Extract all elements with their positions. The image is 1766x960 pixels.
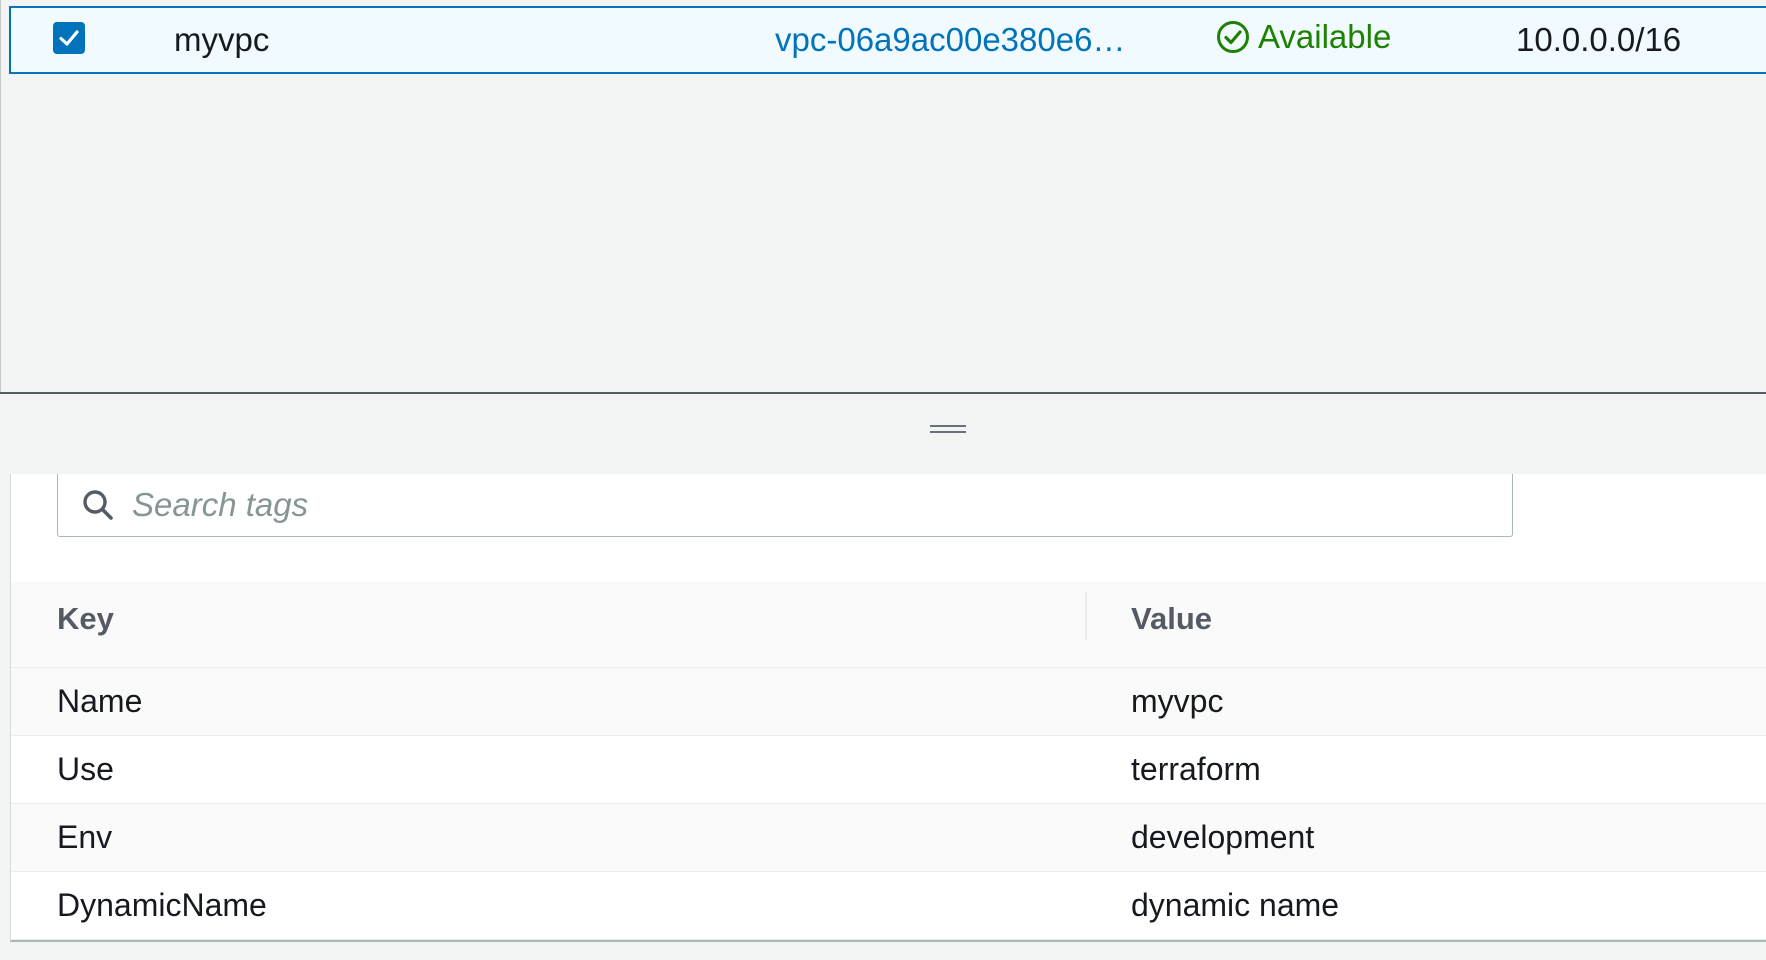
tag-value: development — [1131, 818, 1315, 855]
search-icon — [80, 487, 116, 523]
split-panel-resize-bar — [0, 394, 1766, 474]
tag-value: terraform — [1131, 750, 1261, 787]
table-row: DynamicName dynamic name — [11, 872, 1766, 940]
tag-value: dynamic name — [1131, 886, 1340, 923]
column-header-value[interactable]: Value — [1131, 582, 1212, 668]
vpc-table-row[interactable]: myvpc vpc-06a9ac00e380e6… Available 10.0… — [9, 6, 1766, 74]
checkbox-checked-icon — [59, 29, 79, 46]
table-row: Use terraform — [11, 736, 1766, 804]
vpc-state: Available — [1216, 5, 1391, 69]
tag-key: Env — [57, 818, 113, 855]
tag-key: Name — [57, 682, 143, 719]
page-bottom-margin — [0, 942, 1766, 960]
vpc-id-link[interactable]: vpc-06a9ac00e380e6… — [775, 8, 1125, 72]
column-divider[interactable] — [1085, 592, 1087, 640]
tags-table: Key Value Name myvpc Use terraform Env d… — [11, 582, 1766, 940]
tag-value: myvpc — [1131, 682, 1224, 719]
search-tags-input[interactable] — [130, 485, 1430, 525]
row-select-cell — [53, 8, 85, 72]
drag-handle-icon[interactable] — [930, 424, 966, 434]
vpc-state-label: Available — [1258, 18, 1392, 55]
vpc-cidr: 10.0.0.0/16 — [1516, 21, 1682, 58]
tag-key: Use — [57, 750, 114, 787]
table-row: Env development — [11, 804, 1766, 872]
tags-panel: Key Value Name myvpc Use terraform Env d… — [10, 474, 1766, 942]
table-header: Key Value — [11, 582, 1766, 668]
table-row: Name myvpc — [11, 668, 1766, 736]
tag-key: DynamicName — [57, 886, 267, 923]
check-circle-icon — [1217, 21, 1249, 53]
row-checkbox[interactable] — [53, 21, 85, 54]
search-tags-field[interactable] — [57, 474, 1513, 537]
vpc-list-panel: myvpc vpc-06a9ac00e380e6… Available 10.0… — [0, 0, 1766, 394]
table-body: Name myvpc Use terraform Env development… — [11, 668, 1766, 940]
column-header-key[interactable]: Key — [57, 582, 114, 668]
vpc-name: myvpc — [174, 21, 270, 58]
